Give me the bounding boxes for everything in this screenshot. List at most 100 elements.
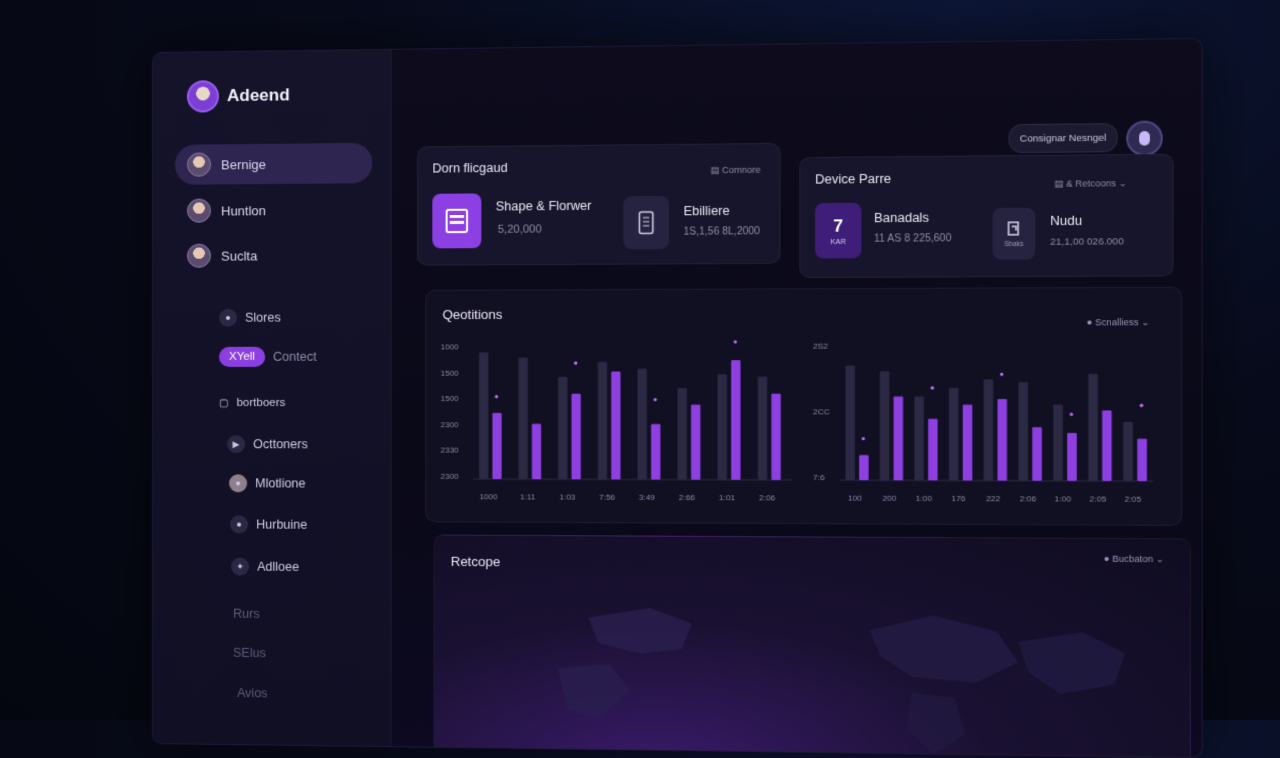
person-icon: ● [219,309,237,327]
chart-title: Qeotitions [443,307,503,322]
bar-chart-left: 10001500150023002330230010001:111:037:56… [436,334,798,519]
people-icon: ● [230,515,248,533]
sparkle-dot [1000,373,1003,376]
sidebar-item-rurs[interactable]: Rurs [233,607,260,621]
user-icon [1139,131,1150,146]
x-tick-label: 176 [951,494,966,503]
sidebar-item-label: Mlotlione [255,476,305,490]
bar-dark [598,362,607,480]
sidebar-item-person-1[interactable]: Bernige [175,143,372,185]
star-icon: ✦ [231,557,249,575]
card-meta[interactable]: ▤ & Retcoons ⌄ [1054,178,1126,190]
stat-value: 21,1,00 026.000 [1050,236,1124,248]
x-tick-label: 1:01 [719,493,736,502]
bar-accent [731,360,740,480]
sidebar-item-adlloee[interactable]: ✦ Adlloee [231,557,299,576]
account-switcher[interactable]: Consignar Nesngel [1009,123,1118,153]
map-title: Retcope [451,554,501,569]
sidebar-item-avios[interactable]: Avios [237,686,268,700]
stat-value: 5,20,000 [498,223,542,235]
avatar [187,152,211,176]
bar-dark [678,388,687,480]
stat-value: 1S,1,56 8L,2000 [683,226,760,238]
bar-accent [1067,433,1077,481]
x-tick-label: 3:49 [639,493,656,502]
sidebar-item-label: Contect [273,350,316,364]
x-tick-label: 2:05 [1090,494,1107,503]
x-tick-label: 2:06 [1020,494,1037,503]
y-tick-label: 1500 [441,368,460,377]
card-meta[interactable]: ▤ Comnore [711,165,761,177]
storefront-icon [432,193,481,248]
copy-icon: Sbaks [993,208,1036,260]
brand-avatar [187,80,219,112]
sparkle-dot [931,386,934,389]
x-tick-label: 2:66 [679,493,696,502]
brand[interactable]: Adeend [187,79,290,112]
bar-accent [691,405,700,480]
filter-label: Scnalliess [1095,317,1139,327]
x-tick-label: 200 [882,494,897,503]
sidebar-item-label: Octtoners [253,437,308,451]
card-title: Dorn flicgaud [432,161,507,176]
filter-label: Bucbaton [1112,554,1153,565]
y-tick-label: 2300 [441,472,460,481]
bar-dark [949,388,959,481]
sparkle-dot [495,395,498,398]
card-meta-label: & Retcoons [1066,178,1116,189]
play-icon: ▶ [227,435,245,453]
sidebar-item-label: Hurbuine [256,517,307,531]
calendar-tag: KAR [831,238,846,245]
bar-dark [914,396,924,480]
bar-chart-right: 2S22CC7:61002001:001762222:061:002:052:0… [809,334,1160,521]
bar-accent [1102,410,1112,481]
dashboard-window: Adeend Bernige Huntlon Suclta ● Slores X… [152,38,1203,758]
sidebar-item-bortboers[interactable]: ▢ bortboers [219,397,285,409]
sparkle-dot [654,398,657,401]
brand-name: Adeend [227,85,290,106]
bar-dark [718,374,727,480]
bar-dark [880,371,889,480]
sidebar-item-person-3[interactable]: Suclta [175,235,372,276]
stat-label: Banadals [874,211,929,226]
sidebar-item-mlotlione[interactable]: ● Mlotlione [229,474,306,492]
sidebar-item-person-2[interactable]: Huntlon [175,189,372,231]
x-tick-label: 2:06 [759,493,776,502]
stat-label: Shape & Florwer [496,199,592,214]
x-tick-label: 1:00 [1055,494,1072,503]
bar-accent [963,405,973,481]
bar-accent [1032,427,1042,480]
stat-label: Ebilliere [683,204,729,219]
calendar-number: 7 [833,216,843,237]
sidebar-item-label: Adlloee [257,560,299,574]
chart-filter-dropdown[interactable]: ● Scnalliess ⌄ [1087,317,1150,329]
bar-dark [1018,382,1028,480]
bar-dark [1123,422,1133,481]
map-filter-dropdown[interactable]: ● Bucbaton ⌄ [1104,554,1164,566]
stat-label: Nudu [1050,214,1082,229]
y-tick-label: 7:6 [813,473,825,482]
sparkle-dot [1070,413,1073,416]
bar-dark [638,369,647,480]
sidebar-item-slores[interactable]: ● Slores [219,309,281,327]
bar-accent [997,399,1007,481]
sidebar-item-label: Suclta [221,248,257,263]
stat-value: 11 AS 8 225,600 [874,233,951,245]
sparkle-dot [574,361,577,364]
sidebar-item-label: bortboers [237,397,286,409]
bar-accent [611,371,620,479]
y-tick-label: 2S2 [813,342,829,351]
sidebar-item-selus[interactable]: SElus [233,646,266,660]
bar-accent [771,394,780,480]
y-tick-label: 2330 [441,446,460,455]
sidebar-item-octtoners[interactable]: ▶ Octtoners [227,435,308,453]
avatar [187,199,211,223]
sparkle-dot [734,340,737,343]
sidebar-item-hurbuine[interactable]: ● Hurbuine [230,515,307,533]
bar-accent [894,396,904,480]
sidebar-item-contect[interactable]: XYell Contect [219,347,317,367]
profile-avatar[interactable] [1126,121,1163,157]
status-pill[interactable]: XYell [219,347,265,367]
bar-dark [1053,405,1063,481]
avatar [187,244,211,268]
